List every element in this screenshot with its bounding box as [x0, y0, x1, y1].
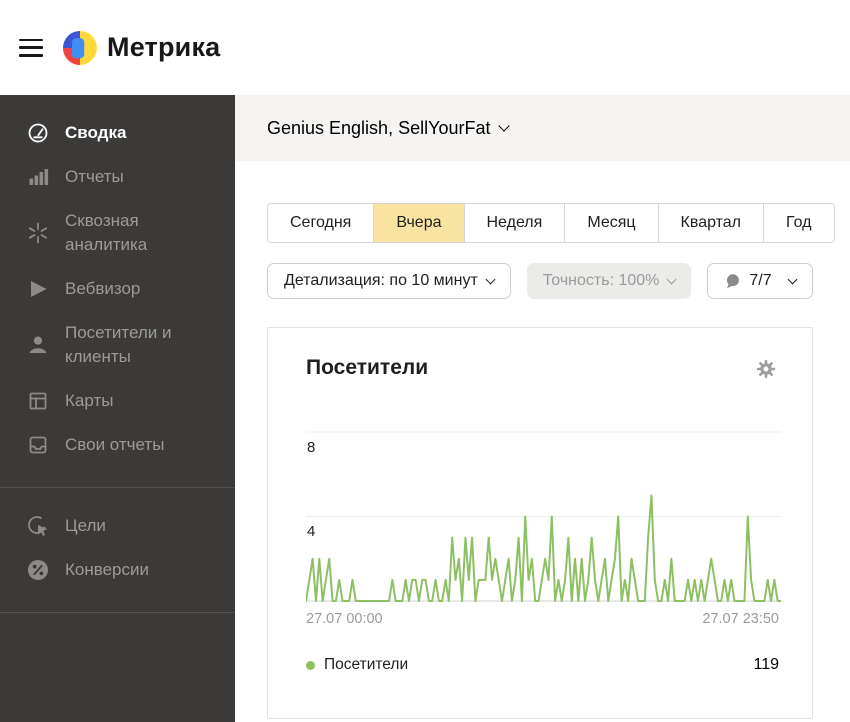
sidebar-item-label: Посетители и клиенты: [65, 323, 172, 366]
counter-title-text: Genius English, SellYourFat: [267, 117, 491, 138]
sidebar-item-label: Карты: [65, 391, 114, 410]
sidebar-item-skvoznaya-analitika[interactable]: Сквозная аналитика: [0, 199, 235, 267]
comments-count: 7/7: [749, 272, 772, 289]
tab-mesyats[interactable]: Месяц: [564, 204, 658, 242]
main-content: Genius English, SellYourFat Сегодня Вчер…: [235, 95, 850, 722]
tab-vchera[interactable]: Вчера: [373, 204, 464, 242]
sidebar-item-label: Свои отчеты: [65, 435, 165, 454]
sidebar-item-tseli[interactable]: Цели: [0, 504, 235, 548]
sidebar-item-svodka[interactable]: Сводка: [0, 111, 235, 155]
tab-segodnya[interactable]: Сегодня: [268, 204, 374, 242]
period-tab-bar: Сегодня Вчера Неделя Месяц Квартал Год: [267, 203, 835, 243]
sidebar-item-label: Отчеты: [65, 167, 124, 186]
sidebar-item-label: Вебвизор: [65, 279, 141, 298]
widget-title: Посетители: [306, 356, 429, 379]
tab-kvartal[interactable]: Квартал: [657, 204, 764, 242]
legend-label: Посетители: [324, 656, 409, 673]
logo-wordmark: Метрика: [107, 32, 221, 62]
y-axis-tick-8: 8: [307, 439, 316, 456]
counter-header: Genius English, SellYourFat: [235, 95, 850, 161]
bar-chart-icon: [26, 165, 50, 189]
sidebar-item-vebvizor[interactable]: Вебвизор: [0, 267, 235, 311]
widget-header: Посетители: [268, 328, 812, 382]
sidebar-item-otchety[interactable]: Отчеты: [0, 155, 235, 199]
x-axis-start-label: 27.07 00:00: [306, 611, 383, 627]
spark-icon: [26, 221, 50, 245]
play-icon: [26, 277, 50, 301]
chevron-down-icon: [666, 274, 677, 285]
granularity-dropdown[interactable]: Детализация: по 10 минут: [267, 263, 511, 299]
gauge-icon: [26, 121, 50, 145]
sidebar-section-goals: Цели Конверсии: [0, 487, 235, 612]
legend-item-visitors[interactable]: Посетители 119: [306, 656, 779, 674]
percent-icon: [26, 558, 50, 582]
tray-icon: [26, 433, 50, 457]
counter-selector[interactable]: Genius English, SellYourFat: [267, 117, 511, 139]
sidebar-section-main: Сводка Отчеты Сквозная аналитика Вебвизо…: [0, 95, 235, 487]
dashboard-content: Сегодня Вчера Неделя Месяц Квартал Год Д…: [235, 161, 850, 719]
tab-nedelya[interactable]: Неделя: [463, 204, 565, 242]
sidebar-item-label: Цели: [65, 516, 106, 535]
accuracy-dropdown[interactable]: Точность: 100%: [526, 263, 692, 299]
metrika-logo-icon: [63, 30, 97, 65]
sidebar-item-label: Конверсии: [65, 560, 149, 579]
sidebar-item-svoi-otchety[interactable]: Свои отчеты: [0, 423, 235, 467]
sidebar-item-label: Сводка: [65, 123, 127, 142]
chevron-down-icon: [787, 274, 798, 285]
sidebar: Сводка Отчеты Сквозная аналитика Вебвизо…: [0, 95, 235, 722]
line-chart: [306, 431, 781, 602]
sidebar-item-konversii[interactable]: Конверсии: [0, 548, 235, 592]
topbar: Метрика: [0, 0, 850, 95]
tab-god[interactable]: Год: [763, 204, 834, 242]
comment-bubble-icon: [724, 273, 741, 290]
sidebar-item-label: Сквозная аналитика: [65, 211, 148, 254]
filter-row: Детализация: по 10 минут Точность: 100%: [267, 263, 850, 299]
sidebar-item-posetiteli[interactable]: Посетители и клиенты: [0, 311, 235, 379]
granularity-label: Детализация: по 10 минут: [284, 272, 478, 289]
legend-value: 119: [753, 656, 779, 673]
gear-icon[interactable]: [755, 358, 779, 382]
metrika-logo[interactable]: Метрика: [63, 30, 221, 65]
visitors-chart: 8 4: [306, 430, 781, 602]
hamburger-menu-icon[interactable]: [19, 38, 43, 57]
visitors-widget: Посетители 8 4 27.07 00:00 27.07 23:50 П…: [267, 327, 813, 719]
chevron-down-icon: [485, 274, 496, 285]
sidebar-footer-area: [0, 612, 235, 722]
x-axis-labels: 27.07 00:00 27.07 23:50: [306, 611, 779, 627]
y-axis-tick-4: 4: [307, 523, 316, 540]
metrika-app: Метрика Сводка Отчеты Сквозная аналитика…: [0, 0, 850, 722]
accuracy-label: Точность: 100%: [542, 272, 660, 289]
chevron-down-icon: [498, 120, 511, 132]
layout-icon: [26, 389, 50, 413]
person-icon: [26, 333, 50, 357]
sidebar-item-karty[interactable]: Карты: [0, 379, 235, 423]
x-axis-end-label: 27.07 23:50: [702, 611, 779, 627]
comments-dropdown[interactable]: 7/7: [707, 263, 813, 299]
goal-icon: [26, 514, 50, 538]
legend-dot: [306, 660, 315, 670]
